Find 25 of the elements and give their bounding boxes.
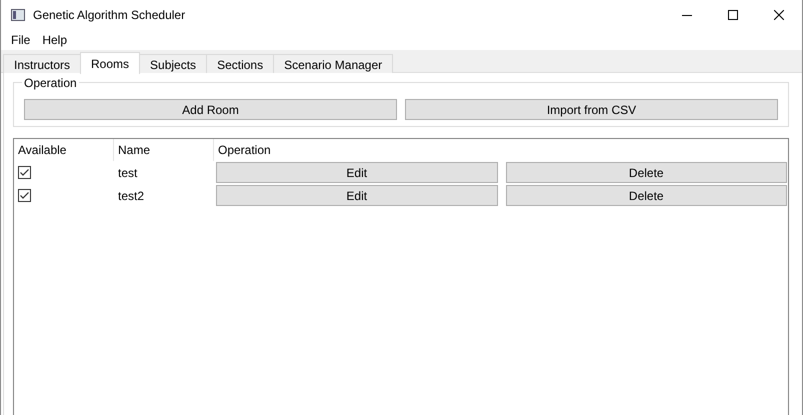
checkbox[interactable] xyxy=(18,166,31,179)
action-button[interactable]: Add Room xyxy=(24,99,397,120)
tab[interactable]: Rooms xyxy=(80,52,140,74)
tab[interactable]: Sections xyxy=(206,54,274,74)
column-header[interactable]: Operation xyxy=(214,139,788,161)
maximize-icon[interactable] xyxy=(728,10,738,20)
column-header[interactable]: Name xyxy=(114,139,214,161)
action-button[interactable]: Import from CSV xyxy=(405,99,778,120)
table-cell-text: test2 xyxy=(117,188,146,202)
row-button[interactable]: Edit xyxy=(216,185,498,206)
close-icon[interactable] xyxy=(774,10,784,20)
menu-item[interactable]: Help xyxy=(36,33,74,47)
row-button[interactable]: Edit xyxy=(216,162,498,183)
tab[interactable]: Scenario Manager xyxy=(273,54,394,74)
column-header[interactable]: Available xyxy=(14,139,114,161)
tab[interactable]: Subjects xyxy=(139,54,208,74)
row-button[interactable]: Delete xyxy=(506,185,787,206)
row-button[interactable]: Delete xyxy=(506,162,787,183)
table-cell-text: test xyxy=(117,166,138,180)
checkbox[interactable] xyxy=(18,189,31,202)
group-title: Operation xyxy=(22,76,79,90)
tab[interactable]: Instructors xyxy=(3,54,82,74)
app-icon xyxy=(11,9,25,21)
window-title: Genetic Algorithm Scheduler xyxy=(33,8,186,22)
menu-item[interactable]: File xyxy=(5,33,36,47)
